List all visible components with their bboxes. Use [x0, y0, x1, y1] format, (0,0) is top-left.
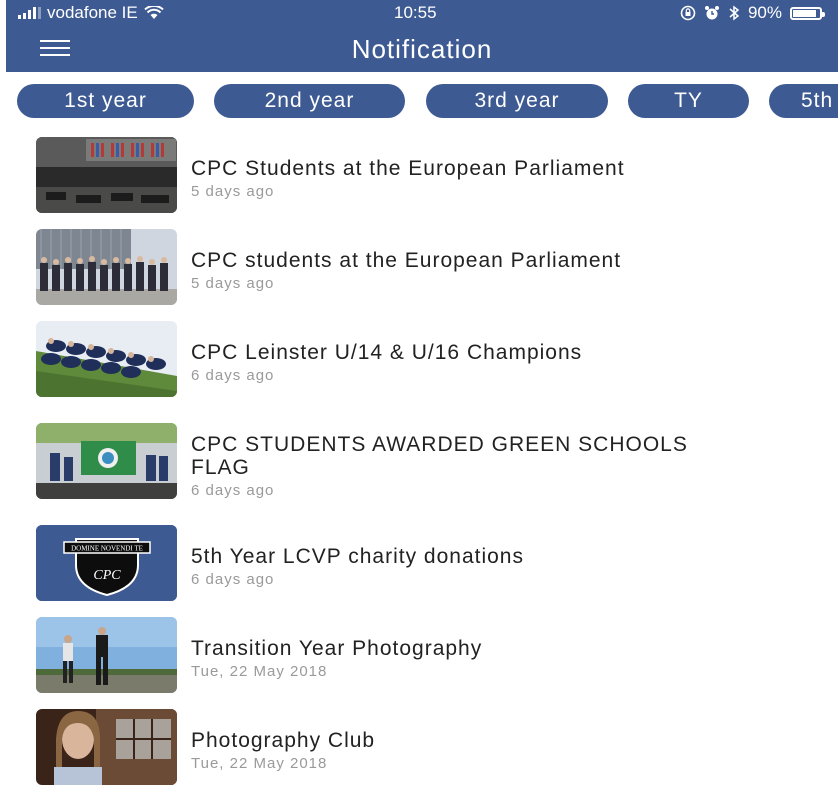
team-photo	[36, 321, 177, 397]
school-crest-logo: DOMINE NOVENDI TE CPC	[36, 525, 177, 601]
battery-percent: 90%	[747, 3, 782, 22]
two-students-photo	[36, 617, 177, 693]
wifi-icon	[144, 6, 164, 19]
status-bar: vodafone IE 10:55 90%	[6, 0, 838, 26]
notification-title: 5th Year LCVP charity donations	[191, 545, 524, 568]
list-item[interactable]: CPC Leinster U/14 & U/16 Champions 6 day…	[36, 321, 826, 397]
list-item[interactable]: CPC Students at the European Parliament …	[36, 137, 826, 213]
notification-date: 6 days ago	[191, 571, 275, 588]
bluetooth-icon	[729, 5, 740, 21]
year-tabs: 1st year 2nd year 3rd year TY 5th	[0, 84, 838, 118]
notification-title: CPC students at the European Parliament	[191, 249, 622, 272]
list-item[interactable]: CPC STUDENTS AWARDED GREEN SCHOOLS FLAG …	[36, 423, 826, 499]
orientation-lock-icon	[680, 5, 696, 21]
app-header: vodafone IE 10:55 90% Notification	[6, 0, 838, 72]
signal-icon	[18, 7, 41, 19]
tab-2nd-year[interactable]: 2nd year	[214, 84, 405, 118]
notification-date: 6 days ago	[191, 367, 275, 384]
list-item[interactable]: Photography Club Tue, 22 May 2018	[36, 709, 826, 785]
notification-title: CPC STUDENTS AWARDED GREEN SCHOOLS FLAG	[191, 433, 688, 479]
parliament-hall-photo	[36, 137, 177, 213]
portrait-photo	[36, 709, 177, 785]
tab-1st-year[interactable]: 1st year	[17, 84, 194, 118]
status-time: 10:55	[394, 3, 437, 22]
list-item[interactable]: CPC students at the European Parliament …	[36, 229, 826, 305]
notification-date: Tue, 22 May 2018	[191, 663, 328, 680]
crest-motto: DOMINE NOVENDI TE	[71, 545, 143, 553]
alarm-icon	[704, 6, 719, 20]
list-item[interactable]: Transition Year Photography Tue, 22 May …	[36, 617, 826, 693]
notification-date: 5 days ago	[191, 183, 275, 200]
tab-ty[interactable]: TY	[628, 84, 749, 118]
crest-monogram: CPC	[93, 568, 121, 583]
battery-icon	[790, 6, 825, 20]
notification-date: 5 days ago	[191, 275, 275, 292]
list-item[interactable]: DOMINE NOVENDI TE CPC 5th Year LCVP char…	[36, 525, 826, 601]
page-title: Notification	[351, 34, 493, 64]
green-flag-photo	[36, 423, 177, 499]
notification-date: 6 days ago	[191, 482, 275, 499]
carrier-name: vodafone IE	[47, 3, 138, 22]
notification-date: Tue, 22 May 2018	[191, 755, 328, 772]
notification-title: Photography Club	[191, 729, 376, 752]
notification-title: CPC Students at the European Parliament	[191, 157, 625, 180]
tab-5th-year[interactable]: 5th	[769, 84, 838, 118]
students-outside-parliament-photo	[36, 229, 177, 305]
notification-title: CPC Leinster U/14 & U/16 Champions	[191, 341, 583, 364]
notification-title: Transition Year Photography	[191, 637, 483, 660]
tab-3rd-year[interactable]: 3rd year	[426, 84, 608, 118]
